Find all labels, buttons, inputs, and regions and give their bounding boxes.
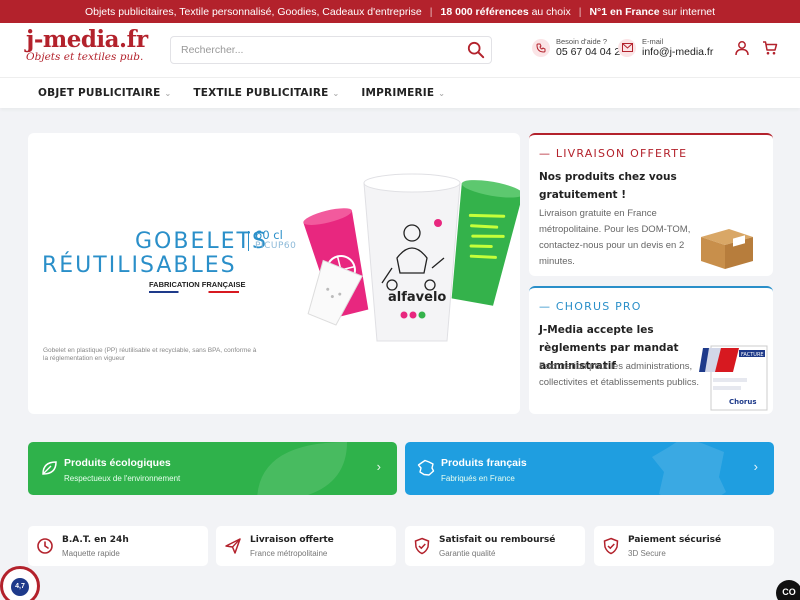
made-in-france-label: FABRICATION FRANÇAISE bbox=[149, 280, 246, 289]
reviews-badge[interactable]: 4,7 bbox=[0, 566, 40, 600]
svg-text:Chorus: Chorus bbox=[729, 398, 757, 406]
hero-divider bbox=[248, 231, 249, 251]
feature-subtitle: 3D Secure bbox=[628, 549, 666, 558]
search-bar bbox=[170, 36, 492, 64]
feature-bat-24h: B.A.T. en 24h Maquette rapide bbox=[28, 526, 208, 566]
feature-free-delivery: Livraison offerte France métropolitaine bbox=[216, 526, 396, 566]
top-announcement-bar: Objets publicitaires, Textile personnali… bbox=[0, 0, 800, 23]
hero-title-line2: RÉUTILISABLES bbox=[42, 253, 237, 278]
cup-brand-print: alfavelo bbox=[388, 290, 446, 305]
nav-label: IMPRIMERIE bbox=[361, 87, 435, 99]
chorus-pro-text: Facturation pour les administrations, co… bbox=[539, 361, 699, 388]
french-products-title: Produits français bbox=[441, 457, 527, 469]
site-logo[interactable]: j-media.fr Objets et textiles pub. bbox=[26, 26, 148, 64]
hero-description: Gobelet en plastique (PP) réutilisable e… bbox=[43, 347, 257, 362]
feature-title: Satisfait ou remboursé bbox=[439, 535, 556, 545]
ranking-text: N°1 en France sur internet bbox=[589, 5, 716, 18]
french-products-card[interactable]: Produits français Fabriqués en France › bbox=[405, 442, 774, 495]
chorus-invoice-image: FACTURE Chorus bbox=[699, 345, 768, 411]
nav-item-imprimerie[interactable]: IMPRIMERIE ⌄ bbox=[361, 87, 445, 99]
feature-satisfaction: Satisfait ou remboursé Garantie qualité bbox=[405, 526, 585, 566]
search-input[interactable] bbox=[181, 44, 451, 56]
chevron-right-icon: › bbox=[376, 459, 381, 474]
nav-item-objet-publicitaire[interactable]: OBJET PUBLICITAIRE ⌄ bbox=[38, 87, 171, 99]
header-actions bbox=[734, 40, 778, 56]
shield-check-icon bbox=[603, 537, 619, 555]
search-icon[interactable] bbox=[467, 41, 485, 59]
feature-secure-payment: Paiement sécurisé 3D Secure bbox=[594, 526, 774, 566]
feature-subtitle: France métropolitaine bbox=[250, 549, 328, 558]
mail-icon bbox=[618, 38, 636, 57]
shield-check-icon bbox=[414, 537, 430, 555]
free-delivery-title: Nos produits chez vous gratuitement ! bbox=[539, 171, 677, 201]
phone-contact[interactable]: Besoin d'aide ? 05 67 04 04 24 bbox=[532, 37, 626, 58]
paper-plane-icon bbox=[225, 538, 241, 554]
feature-title: Paiement sécurisé bbox=[628, 535, 722, 545]
separator: | bbox=[429, 5, 433, 18]
email-label: E-mail bbox=[642, 37, 664, 46]
chevron-down-icon: ⌄ bbox=[438, 88, 446, 98]
account-icon[interactable] bbox=[734, 40, 750, 56]
cookie-consent-button[interactable]: CO bbox=[776, 580, 800, 600]
logo-wordmark: j-media.fr bbox=[26, 26, 148, 53]
feature-title: Livraison offerte bbox=[250, 535, 334, 545]
nav-item-textile-publicitaire[interactable]: TEXTILE PUBLICITAIRE ⌄ bbox=[193, 87, 339, 99]
cups-product-image: alfavelo bbox=[303, 173, 520, 342]
french-products-subtitle: Fabriqués en France bbox=[441, 474, 515, 483]
france-map-icon bbox=[417, 459, 435, 476]
nav-label: TEXTILE PUBLICITAIRE bbox=[193, 87, 329, 99]
france-map-decoration-icon bbox=[652, 442, 726, 495]
reviews-score: 4,7 bbox=[11, 578, 29, 596]
eco-products-subtitle: Respectueux de l'environnement bbox=[64, 474, 181, 483]
email-address: info@j-media.fr bbox=[642, 46, 714, 58]
chevron-down-icon: ⌄ bbox=[332, 88, 340, 98]
announcement-text: Objets publicitaires, Textile personnali… bbox=[84, 5, 422, 18]
free-delivery-heading: — LIVRAISON OFFERTE bbox=[539, 147, 688, 160]
phone-icon bbox=[532, 38, 550, 57]
feature-title: B.A.T. en 24h bbox=[62, 535, 129, 545]
hero-product-ref: PICUP60 bbox=[255, 241, 297, 251]
eco-products-card[interactable]: Produits écologiques Respectueux de l'en… bbox=[28, 442, 397, 495]
logo-tagline: Objets et textiles pub. bbox=[26, 51, 144, 63]
cart-icon[interactable] bbox=[762, 40, 778, 56]
clock-icon bbox=[37, 538, 53, 554]
free-delivery-card[interactable]: — LIVRAISON OFFERTE Nos produits chez vo… bbox=[529, 133, 773, 276]
eco-products-title: Produits écologiques bbox=[64, 457, 171, 469]
svg-text:FACTURE: FACTURE bbox=[741, 352, 764, 358]
main-navigation: OBJET PUBLICITAIRE ⌄ TEXTILE PUBLICITAIR… bbox=[0, 77, 800, 108]
site-header: j-media.fr Objets et textiles pub. Besoi… bbox=[0, 23, 800, 77]
leaf-icon bbox=[42, 461, 57, 475]
chevron-right-icon: › bbox=[753, 459, 758, 474]
hero-banner[interactable]: GOBELETS 60 cl PICUP60 RÉUTILISABLES FAB… bbox=[28, 133, 520, 414]
nav-label: OBJET PUBLICITAIRE bbox=[38, 87, 161, 99]
french-flag-stripe bbox=[149, 291, 239, 293]
help-label: Besoin d'aide ? bbox=[556, 37, 608, 46]
email-contact[interactable]: E-mail info@j-media.fr bbox=[618, 37, 713, 58]
parcel-box-image bbox=[701, 229, 753, 269]
feature-subtitle: Maquette rapide bbox=[62, 549, 120, 558]
references-count: 18 000 références au choix bbox=[440, 5, 571, 18]
chorus-pro-card[interactable]: — CHORUS PRO J-Media accepte les règleme… bbox=[529, 286, 773, 414]
free-delivery-text: Livraison gratuite en France métropolita… bbox=[539, 208, 691, 267]
phone-number: 05 67 04 04 24 bbox=[556, 46, 627, 58]
chorus-pro-heading: — CHORUS PRO bbox=[539, 300, 642, 313]
leaf-decoration-icon bbox=[257, 442, 347, 495]
hero-volume: 60 cl bbox=[255, 228, 283, 242]
feature-subtitle: Garantie qualité bbox=[439, 549, 496, 558]
chevron-down-icon: ⌄ bbox=[164, 88, 172, 98]
separator: | bbox=[578, 5, 582, 18]
